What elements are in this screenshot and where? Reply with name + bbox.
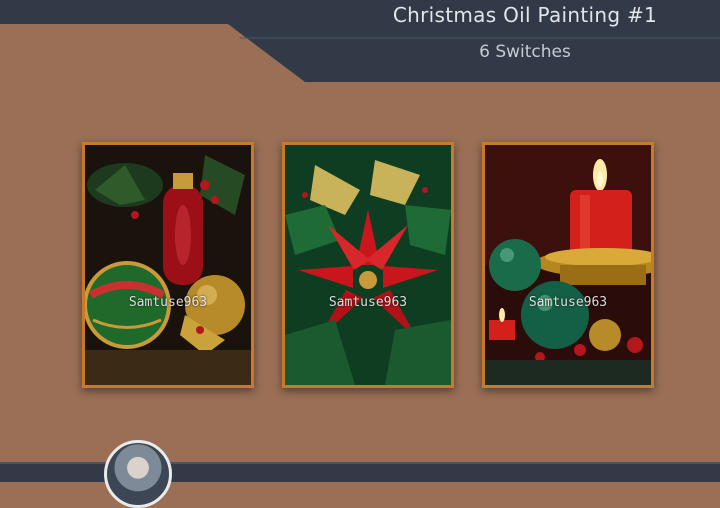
candle-painting bbox=[485, 145, 651, 385]
poinsettia-painting bbox=[285, 145, 451, 385]
painting-card-poinsettia[interactable]: Samtuse963 bbox=[282, 142, 454, 388]
author-avatar[interactable] bbox=[104, 440, 172, 508]
page-title: Christmas Oil Painting #1 bbox=[392, 3, 658, 27]
painting-card-candle[interactable]: Samtuse963 bbox=[482, 142, 654, 388]
painting-card-ornaments[interactable]: Samtuse963 bbox=[82, 142, 254, 388]
page-subtitle: 6 Switches bbox=[479, 42, 571, 62]
watermark-text: Samtuse963 bbox=[328, 295, 408, 310]
ornaments-painting bbox=[85, 145, 251, 385]
watermark-text: Samtuse963 bbox=[128, 295, 208, 310]
watermark-text: Samtuse963 bbox=[528, 295, 608, 310]
